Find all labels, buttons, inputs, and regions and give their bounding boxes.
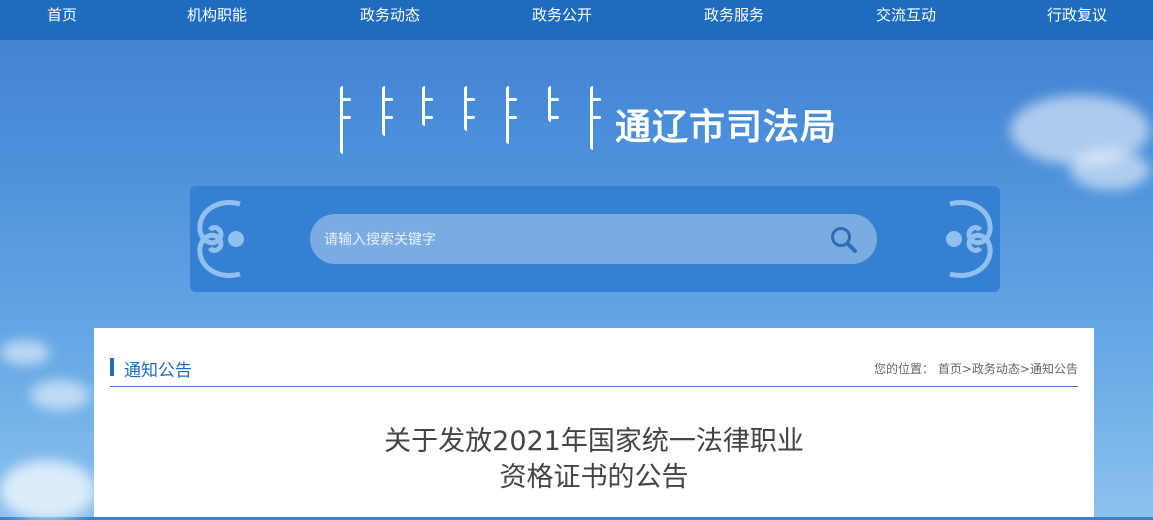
breadcrumb-item-news[interactable]: 政务动态 [972,362,1020,376]
cloud-decoration [0,460,95,520]
search-panel [190,186,1000,292]
nav-item-interaction[interactable]: 交流互动 [876,0,936,30]
site-logo[interactable]: 通辽市司法局 [330,78,850,158]
cloud-decoration [1070,150,1150,190]
nav-item-services[interactable]: 政务服务 [704,0,764,30]
section-title: 通知公告 [124,361,192,381]
cloud-decoration [30,380,90,410]
nav-item-news[interactable]: 政务动态 [360,0,420,30]
top-nav: 首页 机构职能 政务动态 政务公开 政务服务 交流互动 行政复议 [0,0,1153,40]
site-name: 通辽市司法局 [615,107,838,148]
nav-item-home[interactable]: 首页 [47,0,77,30]
article-title: 关于发放2021年国家统一法律职业 资格证书的公告 [94,424,1094,496]
search-box [310,214,877,264]
article-title-line2: 资格证书的公告 [499,462,689,493]
article-title-line1: 关于发放2021年国家统一法律职业 [384,426,804,457]
cloud-ornament-right-icon [946,200,993,278]
nav-item-reconsideration[interactable]: 行政复议 [1047,0,1107,30]
section-header: 通知公告 您的位置： 首页>政务动态>通知公告 [110,356,1078,387]
breadcrumb-separator: > [1019,362,1030,376]
breadcrumb-item-notices[interactable]: 通知公告 [1030,362,1078,376]
search-input[interactable] [322,224,806,256]
cloud-ornament-left-icon [197,200,244,278]
cloud-decoration [0,340,50,365]
nav-item-public-affairs[interactable]: 政务公开 [532,0,592,30]
breadcrumb-separator: > [961,362,972,376]
nav-item-organization[interactable]: 机构职能 [187,0,247,30]
breadcrumb-prefix: 您的位置： [873,362,934,376]
content-card: 通知公告 您的位置： 首页>政务动态>通知公告 关于发放2021年国家统一法律职… [94,328,1094,517]
section-marker [110,358,114,376]
breadcrumb-item-home[interactable]: 首页 [938,362,962,376]
search-icon[interactable] [829,225,859,255]
breadcrumb: 您的位置： 首页>政务动态>通知公告 [874,360,1078,377]
